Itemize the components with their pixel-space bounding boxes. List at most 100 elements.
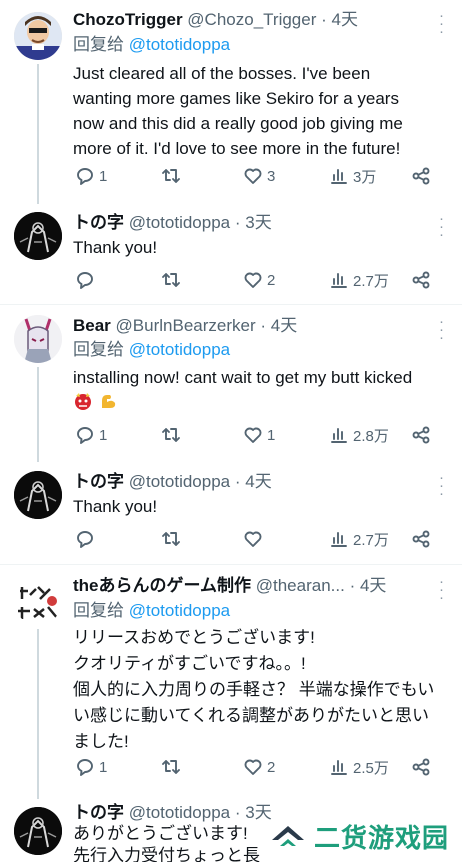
reply-prefix: 回复给 bbox=[73, 601, 124, 620]
reply-icon bbox=[77, 531, 93, 548]
text-line: now and this did a really good job givin… bbox=[73, 114, 403, 133]
reply-button[interactable]: 1 bbox=[75, 423, 107, 447]
views-button[interactable]: 2.5万 bbox=[329, 755, 389, 779]
timestamp[interactable]: 4天 bbox=[245, 472, 271, 491]
action-bar: 1 2 2.5万 bbox=[73, 755, 443, 779]
author-handle[interactable]: @tototidoppa bbox=[129, 213, 230, 232]
tweet-text: Just cleared all of the bosses. I've bee… bbox=[73, 61, 443, 161]
share-button[interactable] bbox=[411, 755, 431, 779]
avatar[interactable] bbox=[14, 577, 62, 625]
more-icon[interactable]: · · · bbox=[438, 574, 444, 605]
reply-button[interactable]: 1 bbox=[75, 755, 107, 779]
text-line: Thank you! bbox=[73, 497, 158, 516]
tweet-text: installing now! cant wait to get my butt… bbox=[73, 365, 443, 415]
action-bar: 1 1 2.8万 bbox=[73, 423, 443, 447]
watermark: 二货游戏园 bbox=[268, 810, 462, 862]
author-name[interactable]: Bear bbox=[73, 316, 111, 335]
heart-icon bbox=[244, 168, 262, 184]
reply-to-link[interactable]: @tototidoppa bbox=[129, 601, 230, 620]
like-button[interactable] bbox=[243, 527, 263, 551]
author-handle[interactable]: @thearan... bbox=[256, 576, 345, 595]
reply-button[interactable] bbox=[75, 268, 95, 292]
more-icon[interactable]: · · · bbox=[438, 8, 444, 39]
timestamp[interactable]: 4天 bbox=[332, 10, 358, 29]
reply-icon bbox=[77, 168, 93, 185]
author-handle[interactable]: @Chozo_Trigger bbox=[187, 10, 316, 29]
views-icon bbox=[331, 760, 347, 775]
reply-to-link[interactable]: @tototidoppa bbox=[129, 35, 230, 54]
heart-icon bbox=[244, 531, 262, 547]
retweet-icon bbox=[162, 760, 180, 774]
more-icon[interactable]: · · · bbox=[438, 314, 444, 345]
retweet-button[interactable] bbox=[161, 755, 181, 779]
views-icon bbox=[331, 532, 347, 547]
retweet-button[interactable] bbox=[161, 164, 181, 188]
share-icon bbox=[412, 530, 430, 548]
timestamp[interactable]: 3天 bbox=[245, 213, 271, 232]
text-line: installing now! cant wait to get my butt… bbox=[73, 368, 413, 387]
text-line: Just cleared all of the bosses. I've bee… bbox=[73, 64, 371, 83]
author-name[interactable]: トの字 bbox=[73, 213, 124, 232]
like-button[interactable]: 3 bbox=[243, 164, 275, 188]
author-name[interactable]: ChozoTrigger bbox=[73, 10, 183, 29]
avatar[interactable] bbox=[14, 12, 62, 60]
retweet-button[interactable] bbox=[161, 527, 181, 551]
text-line: Thank you! bbox=[73, 238, 158, 257]
tweet-chozotrigger[interactable]: ChozoTrigger @Chozo_Trigger · 4天 · · · 回复给… bbox=[0, 0, 462, 204]
retweet-button[interactable] bbox=[161, 423, 181, 447]
views-button[interactable]: 2.7万 bbox=[329, 268, 389, 292]
text-line: リリースおめでとうございます! bbox=[73, 628, 315, 647]
tweet-text: リリースおめでとうございます! クオリティがすごいですね。。! 個人的に入力周り… bbox=[73, 625, 443, 755]
reply-prefix: 回复给 bbox=[73, 340, 124, 359]
reply-icon bbox=[77, 759, 93, 776]
flexed-biceps-emoji bbox=[101, 395, 115, 408]
share-button[interactable] bbox=[411, 423, 431, 447]
author-name[interactable]: トの字 bbox=[73, 803, 124, 822]
like-count: 2 bbox=[267, 758, 276, 776]
views-button[interactable]: 2.8万 bbox=[329, 423, 389, 447]
tweet-thearan[interactable]: theあらんのゲーム制作 @thearan... · 4天 · · · 回复给 @t… bbox=[0, 565, 462, 799]
action-bar: 2.7万 bbox=[73, 527, 443, 551]
like-button[interactable]: 2 bbox=[243, 268, 275, 292]
views-count: 2.8万 bbox=[353, 427, 389, 445]
like-button[interactable]: 2 bbox=[243, 755, 275, 779]
views-button[interactable]: 3万 bbox=[329, 164, 376, 188]
reply-icon bbox=[77, 272, 93, 289]
action-bar: 1 3 3万 bbox=[73, 164, 443, 188]
avatar[interactable] bbox=[14, 212, 62, 260]
like-button[interactable]: 1 bbox=[243, 423, 275, 447]
author-handle[interactable]: @tototidoppa bbox=[129, 472, 230, 491]
author-handle[interactable]: @tototidoppa bbox=[129, 803, 230, 822]
timestamp[interactable]: 4天 bbox=[360, 576, 386, 595]
author-handle[interactable]: @BurlnBearzerker bbox=[116, 316, 256, 335]
share-icon bbox=[412, 167, 430, 185]
reply-icon bbox=[77, 427, 93, 444]
views-icon bbox=[331, 273, 347, 288]
retweet-icon bbox=[162, 273, 180, 287]
reply-button[interactable]: 1 bbox=[75, 164, 107, 188]
tweet-bear[interactable]: Bear @BurlnBearzerker · 4天 · · · 回复给 @toto… bbox=[0, 305, 462, 462]
avatar[interactable] bbox=[14, 315, 62, 363]
retweet-icon bbox=[162, 532, 180, 546]
reply-to-link[interactable]: @tototidoppa bbox=[129, 340, 230, 359]
share-button[interactable] bbox=[411, 164, 431, 188]
ogre-emoji bbox=[75, 393, 91, 410]
author-name[interactable]: トの字 bbox=[73, 472, 124, 491]
avatar[interactable] bbox=[14, 807, 62, 855]
tweet-reply-tototidoppa[interactable]: トの字 @tototidoppa · 4天 · · · Thank you! 2.7… bbox=[0, 461, 462, 564]
avatar[interactable] bbox=[14, 471, 62, 519]
like-count: 3 bbox=[267, 167, 276, 185]
share-button[interactable] bbox=[411, 268, 431, 292]
text-line: い感じに動いてくれる調整がありがたいと思い bbox=[73, 706, 429, 725]
separator-dot: · bbox=[234, 472, 241, 491]
views-icon bbox=[331, 169, 347, 184]
author-name[interactable]: theあらんのゲーム制作 bbox=[73, 576, 251, 595]
timestamp[interactable]: 4天 bbox=[271, 316, 297, 335]
reply-button[interactable] bbox=[75, 527, 95, 551]
views-count: 3万 bbox=[353, 168, 377, 186]
share-button[interactable] bbox=[411, 527, 431, 551]
retweet-button[interactable] bbox=[161, 268, 181, 292]
tweet-reply-tototidoppa[interactable]: トの字 @tototidoppa · 3天 · · · Thank you! 2 2… bbox=[0, 202, 462, 304]
tweet-text: Thank you! bbox=[73, 235, 443, 260]
views-button[interactable]: 2.7万 bbox=[329, 527, 389, 551]
